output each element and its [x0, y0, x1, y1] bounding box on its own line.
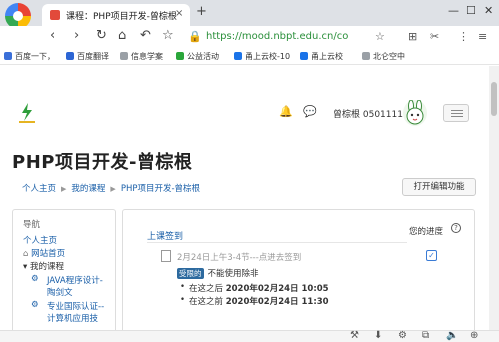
navigation-block: 导航 个人主页 ⌂ 网站首页 ▾ 我的课程 ⚙ JAVA程序设计- 陶剑文 ⚙ …: [12, 209, 116, 330]
breadcrumb-courses[interactable]: 我的课程: [71, 184, 105, 194]
browser-tabbar: 课程：PHP项目开发-曾棕根 × + — ☐ ✕: [0, 0, 499, 29]
nav-item-dashboard[interactable]: 个人主页: [23, 234, 57, 246]
apps-icon[interactable]: ⊞: [408, 30, 417, 43]
rabbit-avatar-icon: [406, 99, 424, 125]
divider: [147, 242, 407, 243]
status-bar: ⚒ ⬇ ⚙ ⧉ 🔈 ⊕: [0, 330, 499, 342]
completion-checkbox[interactable]: ✓: [426, 250, 437, 261]
home-icon: ⌂: [23, 249, 29, 259]
breadcrumb-home[interactable]: 个人主页: [22, 184, 56, 194]
section-title[interactable]: 上课签到: [147, 229, 183, 242]
browser-tab[interactable]: 课程：PHP项目开发-曾棕根 ×: [42, 4, 190, 26]
settings-icon[interactable]: ⚙: [398, 330, 407, 341]
bookmark-item[interactable]: 信息学案: [120, 51, 163, 62]
nav-item-course[interactable]: 专业国际认证--: [47, 300, 104, 312]
bookmark-item[interactable]: 北仑空中: [362, 51, 405, 62]
nav-item-site-home[interactable]: ⌂ 网站首页: [23, 247, 65, 259]
restricted-badge: 受限的: [177, 268, 204, 279]
nav-heading: 导航: [23, 220, 41, 230]
bookmark-item[interactable]: 甬上云校-10: [234, 51, 290, 62]
site-logo-icon[interactable]: [16, 102, 38, 124]
address-text: https://mood.nbpt.edu.cn/co: [206, 31, 349, 42]
breadcrumb-course[interactable]: PHP项目开发-曾棕根: [121, 184, 200, 194]
restriction-condition: 在这之后 2020年02月24日 10:05: [180, 282, 329, 294]
activity-link[interactable]: 2月24日上午3-4节---点进去签到: [177, 251, 301, 263]
star-icon[interactable]: ☆: [375, 30, 385, 43]
back-icon[interactable]: ‹: [50, 28, 55, 43]
bookmark-item[interactable]: 百度一下，: [4, 51, 55, 62]
user-menu-button[interactable]: [443, 104, 469, 122]
address-bar[interactable]: 🔒 https://mood.nbpt.edu.cn/co: [182, 29, 390, 47]
bookmark-star-icon[interactable]: ☆: [162, 28, 174, 43]
lock-icon: 🔒: [188, 30, 202, 43]
home-icon[interactable]: ⌂: [118, 28, 126, 43]
attendance-activity-icon: [161, 250, 171, 262]
bookmarks-bar: 百度一下， 百度翻译 信息学案 公益活动 甬上云校-10 甬上云校 北仑空中: [0, 50, 499, 65]
bookmark-item[interactable]: 甬上云校: [300, 51, 343, 62]
reload-icon[interactable]: ↻: [96, 28, 107, 43]
maximize-icon[interactable]: ☐: [466, 4, 476, 17]
help-icon[interactable]: ?: [451, 223, 461, 233]
nav-item-course-sub[interactable]: 计算机应用技: [47, 312, 98, 324]
course-section: 上课签到 您的进度 ? 2月24日上午3-4节---点进去签到 ✓ 受限的 不能使…: [122, 209, 475, 330]
notification-bell-icon[interactable]: 🔔: [279, 105, 293, 118]
tab-title: 课程：PHP项目开发-曾棕根: [66, 12, 177, 22]
nav-course-icon: ⚙: [31, 300, 39, 310]
minimize-icon[interactable]: —: [448, 4, 459, 17]
tab-close-icon[interactable]: ×: [175, 8, 183, 19]
zoom-icon[interactable]: ⊕: [470, 330, 478, 341]
menu-icon[interactable]: ≡: [478, 30, 487, 43]
nav-item-course-teacher[interactable]: 陶剑文: [47, 286, 73, 298]
new-tab-button[interactable]: +: [196, 4, 207, 19]
bookmark-item[interactable]: 公益活动: [176, 51, 219, 62]
close-window-icon[interactable]: ✕: [484, 4, 493, 17]
scissors-icon[interactable]: ✂: [430, 30, 439, 43]
message-icon[interactable]: 💬: [303, 105, 317, 118]
user-name[interactable]: 曾棕根 0501111: [333, 107, 403, 120]
breadcrumb: 个人主页 ▶ 我的课程 ▶ PHP项目开发-曾棕根: [22, 184, 201, 194]
chevron-down-icon: ▾: [23, 262, 28, 272]
progress-label: 您的进度: [409, 227, 444, 237]
nav-item-my-courses[interactable]: ▾ 我的课程: [23, 260, 64, 272]
restriction-condition: 在这之前 2020年02月24日 11:30: [180, 295, 329, 307]
restriction-info: 受限的 不能使用除非: [177, 268, 259, 279]
browser-toolbar: ‹ › ↻ ⌂ ↶ ☆ 🔒 https://mood.nbpt.edu.cn/c…: [0, 26, 499, 50]
screenshot-icon[interactable]: ⧉: [422, 330, 429, 341]
speaker-icon[interactable]: 🔈: [446, 330, 458, 341]
page-scrollbar[interactable]: [489, 66, 499, 330]
edit-mode-button[interactable]: 打开编辑功能: [402, 178, 476, 196]
nav-course-icon: ⚙: [31, 274, 39, 284]
scroll-thumb[interactable]: [491, 82, 497, 116]
bookmark-item[interactable]: 百度翻译: [66, 51, 109, 62]
moodle-favicon-icon: [50, 10, 60, 20]
forward-icon[interactable]: ›: [74, 28, 79, 43]
download-icon[interactable]: ⬇: [374, 330, 382, 341]
tool-icon[interactable]: ⚒: [350, 330, 359, 341]
nav-item-course[interactable]: JAVA程序设计-: [47, 274, 103, 286]
avatar[interactable]: [403, 99, 427, 126]
page-content: 🔔 💬 曾棕根 0501111 PHP项目开发-曾棕根 个人主页 ▶ 我的课程 ▶ PH…: [0, 66, 489, 330]
extensions-icon[interactable]: ⋮: [458, 30, 469, 43]
page-title: PHP项目开发-曾棕根: [12, 152, 193, 173]
site-header: 🔔 💬 曾棕根 0501111: [0, 96, 489, 130]
undo-icon[interactable]: ↶: [140, 28, 151, 43]
